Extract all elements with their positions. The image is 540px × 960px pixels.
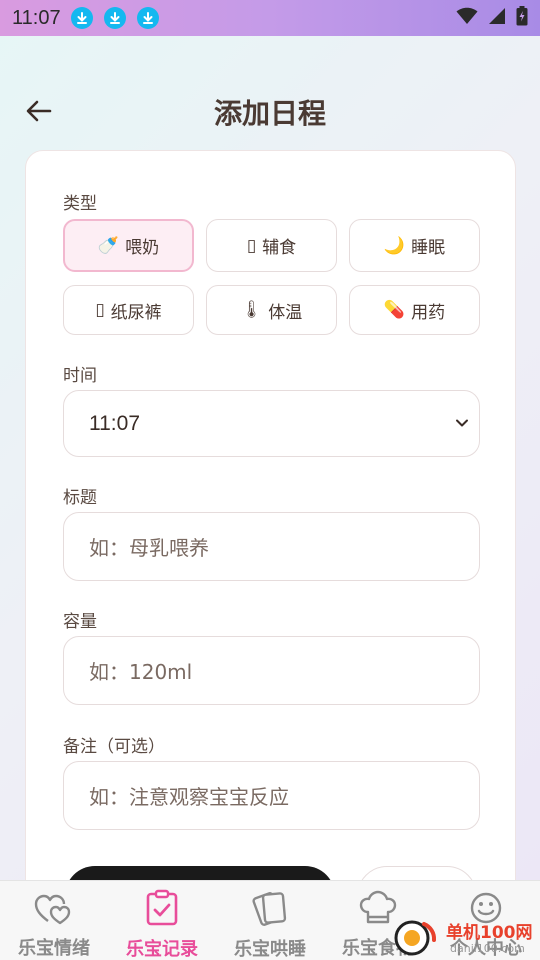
chevron-down-icon: [456, 419, 468, 427]
type-option-label: 睡眠: [411, 238, 446, 258]
battery-icon: [516, 6, 528, 30]
amount-placeholder: 如：120ml: [89, 660, 193, 684]
download-notification-icon: [70, 7, 93, 29]
amount-input[interactable]: 如：120ml: [63, 636, 480, 705]
note-label: 备注（可选）: [63, 737, 165, 757]
tab-records[interactable]: 乐宝记录: [108, 881, 216, 960]
time-value: 11:07: [89, 411, 140, 435]
status-bar: 11:07: [0, 0, 540, 36]
type-option-medicine[interactable]: 💊 用药: [349, 285, 480, 335]
title-label: 标题: [63, 488, 97, 508]
type-option-label: 喂奶: [125, 238, 160, 258]
tab-label: 乐宝记录: [126, 939, 198, 960]
thermometer-icon: 🌡: [240, 300, 263, 320]
cards-icon: [250, 889, 290, 927]
food-icon: ▯: [246, 235, 257, 256]
type-option-label: 纸尿裤: [110, 302, 162, 323]
time-select[interactable]: 11:07: [63, 390, 480, 457]
status-time: 11:07: [12, 6, 61, 29]
hearts-icon: [34, 889, 74, 926]
page-title: 添加日程: [213, 97, 326, 130]
tab-sleep[interactable]: 乐宝哄睡: [216, 881, 324, 960]
watermark-text: 单机100网: [446, 923, 533, 943]
tab-label: 乐宝情绪: [18, 938, 90, 959]
note-placeholder: 如：注意观察宝宝反应: [89, 785, 289, 809]
type-option-feeding[interactable]: 🍼 喂奶: [63, 219, 194, 272]
time-label: 时间: [63, 366, 97, 386]
download-notification-icon: [103, 7, 126, 29]
site-watermark: 单机100网 danji100.com: [390, 914, 540, 960]
type-option-label: 体温: [268, 302, 303, 323]
type-option-diaper[interactable]: ▯ 纸尿裤: [63, 285, 194, 335]
type-option-temperature[interactable]: 🌡 体温: [206, 285, 337, 335]
pill-icon: 💊: [383, 300, 406, 320]
title-input[interactable]: 如：母乳喂养: [63, 512, 480, 581]
watermark-logo-icon: [394, 920, 437, 956]
amount-label: 容量: [63, 612, 97, 632]
note-input[interactable]: 如：注意观察宝宝反应: [63, 761, 480, 830]
type-option-sleep[interactable]: 🌙 睡眠: [349, 219, 480, 272]
type-option-label: 用药: [411, 302, 446, 323]
tab-label: 乐宝哄睡: [234, 939, 306, 960]
diaper-icon: ▯: [95, 300, 105, 320]
baby-bottle-icon: 🍼: [97, 235, 120, 256]
wifi-icon: [456, 7, 478, 29]
title-placeholder: 如：母乳喂养: [89, 536, 209, 560]
type-label: 类型: [63, 194, 97, 214]
checklist-icon: [142, 889, 182, 927]
tab-emotion[interactable]: 乐宝情绪: [0, 881, 108, 960]
moon-icon: 🌙: [383, 235, 406, 256]
type-option-solid-food[interactable]: ▯ 辅食: [206, 219, 337, 272]
download-notification-icon: [136, 7, 159, 29]
header: 添加日程: [0, 80, 540, 140]
signal-icon: [488, 7, 506, 29]
type-option-label: 辅食: [262, 238, 297, 258]
schedule-form-card: 类型 🍼 喂奶 ▯ 辅食 🌙 睡眠 ▯ 纸尿裤 🌡 体温 💊 用药 时间 11:…: [25, 150, 516, 910]
watermark-subtext: danji100.com: [450, 942, 525, 955]
